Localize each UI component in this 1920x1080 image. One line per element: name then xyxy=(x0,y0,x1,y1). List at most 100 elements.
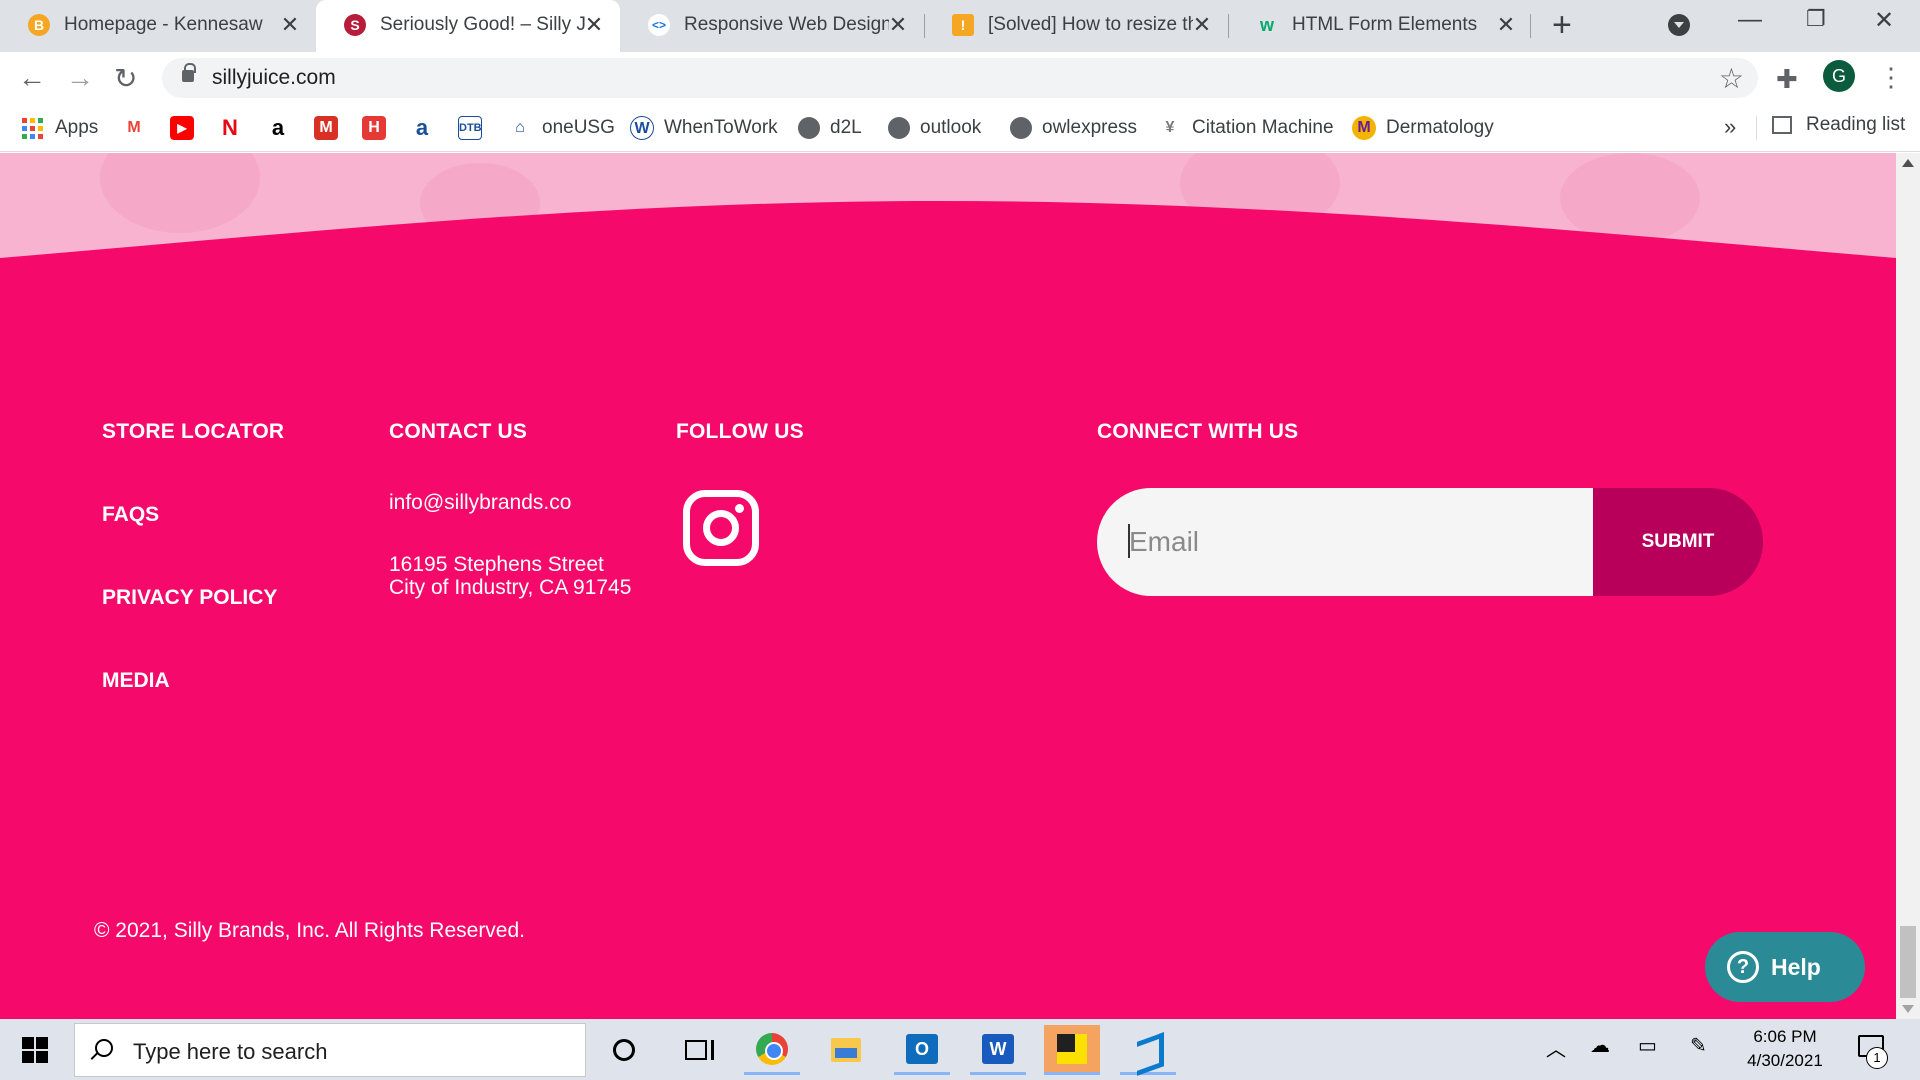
url-text[interactable]: sillyjuice.com xyxy=(212,66,336,90)
search-icon xyxy=(95,1039,113,1057)
extensions-icon[interactable]: ✚ xyxy=(1776,64,1798,95)
address-line-1: 16195 Stephens Street xyxy=(389,553,604,576)
word-taskbar-button[interactable]: W xyxy=(970,1025,1026,1075)
profile-avatar[interactable]: G xyxy=(1823,60,1855,92)
more-bookmarks-icon[interactable]: » xyxy=(1724,114,1736,140)
close-window-icon[interactable]: ✕ xyxy=(1874,6,1894,35)
citation-icon: ¥ xyxy=(1165,119,1175,136)
tab-title: Homepage - Kennesaw State xyxy=(64,14,264,35)
footer-wave xyxy=(0,201,1896,263)
minimize-icon[interactable]: — xyxy=(1738,6,1762,34)
silly-juice-icon: S xyxy=(344,14,366,36)
bookmark-dtb[interactable]: DTB xyxy=(458,114,492,142)
bookmark-archive[interactable]: a xyxy=(410,114,444,142)
bookmark-youtube[interactable]: ▶ xyxy=(170,114,204,142)
address-line-2: City of Industry, CA 91745 xyxy=(389,576,632,599)
globe-icon xyxy=(888,117,910,139)
page-scrollbar[interactable] xyxy=(1896,153,1920,1019)
tab-silly-juice[interactable]: S Seriously Good! – Silly Juice ✕ xyxy=(316,0,620,52)
bookmark-hotspot[interactable]: H xyxy=(362,114,396,142)
show-hidden-icons-icon[interactable]: ︿ xyxy=(1546,1033,1566,1062)
tab-title: Seriously Good! – Silly Juice xyxy=(380,14,585,35)
notification-badge: 1 xyxy=(1866,1047,1888,1069)
youtube-icon: ▶ xyxy=(170,116,194,140)
bookmark-oneusg[interactable]: ⌂ oneUSG xyxy=(508,114,615,142)
bookmark-label: Apps xyxy=(55,117,99,138)
cortana-button[interactable] xyxy=(596,1025,652,1075)
windows-start-icon[interactable] xyxy=(22,1037,48,1063)
scrollbar-thumb[interactable] xyxy=(1900,926,1916,998)
netflix-icon: N xyxy=(222,115,238,140)
bookmark-d2l[interactable]: d2L xyxy=(798,114,862,142)
reload-icon[interactable]: ↻ xyxy=(114,62,137,95)
address-bar[interactable]: sillyjuice.com ☆ xyxy=(162,58,1758,98)
close-tab-icon[interactable]: ✕ xyxy=(1494,12,1518,38)
email-input[interactable] xyxy=(1097,488,1617,596)
bookmark-gmail[interactable]: M xyxy=(122,114,156,142)
copyright-text: © 2021, Silly Brands, Inc. All Rights Re… xyxy=(94,919,526,942)
faqs-link[interactable]: FAQS xyxy=(102,503,159,527)
outlook-icon: O xyxy=(906,1033,938,1064)
word-icon: W xyxy=(982,1033,1014,1064)
browser-tab-strip: B Homepage - Kennesaw State ✕ S Seriousl… xyxy=(0,0,1920,52)
bookmark-mathway[interactable]: M xyxy=(314,114,348,142)
bookmark-label: Dermatology xyxy=(1386,117,1494,138)
privacy-policy-link[interactable]: PRIVACY POLICY xyxy=(102,586,277,610)
windows-taskbar: Type here to search O W ︿ ☁ ▭ ✎ 6:06 PM … xyxy=(0,1019,1920,1080)
archive-icon: a xyxy=(415,115,429,140)
bookmark-citation-machine[interactable]: ¥ Citation Machine xyxy=(1158,114,1334,142)
globe-icon xyxy=(798,117,820,139)
forward-icon[interactable]: → xyxy=(66,62,94,94)
tab-html-form[interactable]: w HTML Form Elements ✕ xyxy=(1228,0,1532,52)
scroll-up-icon[interactable] xyxy=(1902,159,1914,167)
dermatology-icon: M xyxy=(1352,116,1376,140)
clock-time: 6:06 PM xyxy=(1753,1027,1817,1046)
bookmark-outlook[interactable]: outlook xyxy=(888,114,981,142)
instagram-icon[interactable] xyxy=(683,490,759,566)
submit-button[interactable]: SUBMIT xyxy=(1593,488,1763,596)
bookmark-apps[interactable]: Apps xyxy=(22,114,98,142)
scroll-down-icon[interactable] xyxy=(1902,1005,1914,1013)
close-tab-icon[interactable]: ✕ xyxy=(582,12,606,38)
bookmark-label: d2L xyxy=(830,117,862,138)
tab-search-icon[interactable] xyxy=(1668,14,1690,36)
help-question-icon: ? xyxy=(1727,951,1759,983)
menu-icon[interactable]: ⋮ xyxy=(1878,62,1904,93)
apps-grid-icon xyxy=(22,117,43,139)
bookmark-amazon[interactable]: a xyxy=(266,114,300,142)
new-tab-icon[interactable]: + xyxy=(1552,6,1572,45)
help-button[interactable]: ? Help xyxy=(1705,932,1865,1002)
contact-email-link[interactable]: info@sillybrands.co xyxy=(389,491,571,514)
bookmark-label: WhenToWork xyxy=(664,117,778,138)
tab-solved[interactable]: ! [Solved] How to resize the ✕ xyxy=(924,0,1228,52)
outlook-taskbar-button[interactable]: O xyxy=(894,1025,950,1075)
bookmark-star-icon[interactable]: ☆ xyxy=(1719,62,1744,95)
restore-icon[interactable]: ❐ xyxy=(1806,6,1826,32)
taskbar-search[interactable]: Type here to search xyxy=(74,1023,586,1077)
close-tab-icon[interactable]: ✕ xyxy=(886,12,910,38)
bookmark-netflix[interactable]: N xyxy=(218,114,252,142)
media-link[interactable]: MEDIA xyxy=(102,669,170,693)
battery-icon[interactable]: ▭ xyxy=(1638,1033,1657,1058)
store-locator-link[interactable]: STORE LOCATOR xyxy=(102,420,284,444)
bookmark-owlexpress[interactable]: owlexpress xyxy=(1010,114,1137,142)
task-view-button[interactable] xyxy=(668,1025,724,1075)
tab-responsive-design[interactable]: <> Responsive Web Design Patterns ✕ xyxy=(620,0,924,52)
bookmark-dermatology[interactable]: M Dermatology xyxy=(1352,114,1494,142)
lock-icon[interactable] xyxy=(182,63,196,82)
reading-list-button[interactable]: Reading list xyxy=(1772,114,1905,136)
sticky-notes-taskbar-button[interactable] xyxy=(1044,1025,1100,1075)
gmail-icon: M xyxy=(127,119,141,136)
file-explorer-button[interactable] xyxy=(818,1025,874,1075)
bookmark-whentowork[interactable]: W WhenToWork xyxy=(630,114,778,142)
chrome-taskbar-button[interactable] xyxy=(744,1025,800,1075)
tab-kennesaw[interactable]: B Homepage - Kennesaw State ✕ xyxy=(0,0,316,52)
vscode-taskbar-button[interactable] xyxy=(1120,1025,1176,1075)
onedrive-icon[interactable]: ☁ xyxy=(1590,1033,1610,1058)
system-clock[interactable]: 6:06 PM 4/30/2021 xyxy=(1740,1025,1830,1073)
back-icon[interactable]: ← xyxy=(18,62,46,94)
web-dev-icon: <> xyxy=(648,14,670,36)
pen-icon[interactable]: ✎ xyxy=(1690,1033,1707,1058)
close-tab-icon[interactable]: ✕ xyxy=(1190,12,1214,38)
close-tab-icon[interactable]: ✕ xyxy=(278,12,302,38)
